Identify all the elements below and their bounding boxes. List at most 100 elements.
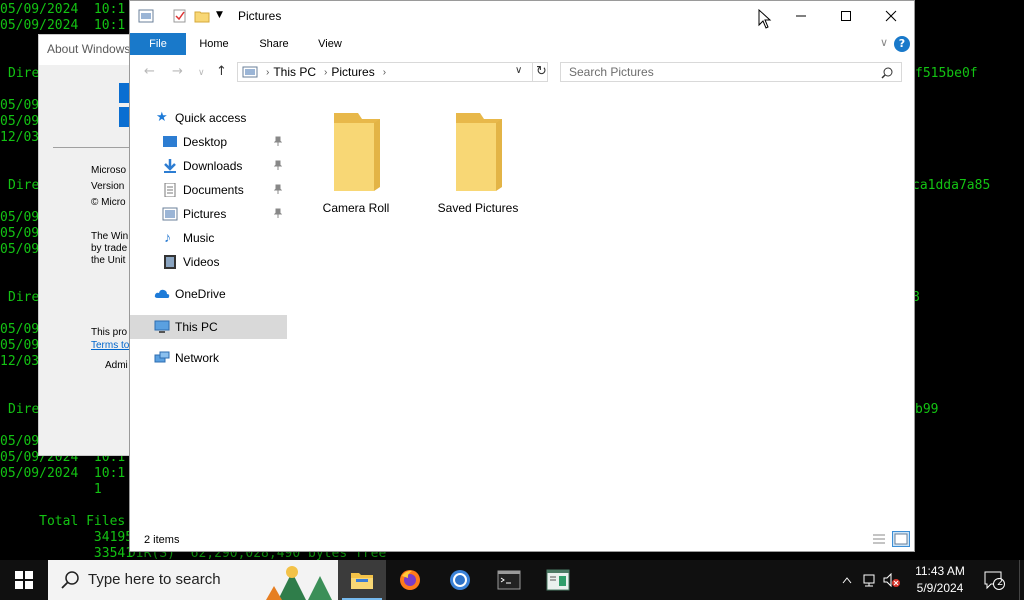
new-folder-icon[interactable]	[194, 9, 210, 23]
show-hidden-icons-button[interactable]	[838, 560, 856, 600]
console-line: f515be0f	[915, 66, 978, 81]
close-button[interactable]	[868, 1, 914, 31]
tab-home[interactable]: Home	[194, 33, 234, 55]
videos-icon	[164, 255, 176, 269]
nav-videos[interactable]: Videos	[130, 251, 287, 273]
search-input[interactable]: Search Pictures	[560, 62, 902, 82]
details-view-icon[interactable]	[870, 531, 888, 547]
folder-icon	[456, 113, 502, 191]
console-line: 34195	[0, 530, 134, 545]
console-line: 05/09/2024 10:1	[0, 466, 126, 481]
console-line: Dire	[8, 290, 40, 305]
this-pc-icon	[242, 66, 258, 78]
back-button[interactable]: ←	[144, 64, 155, 79]
console-line: 1	[0, 482, 102, 497]
chevron-up-icon	[842, 577, 852, 584]
status-item-count: 2 items	[144, 534, 180, 546]
explorer-app-icon	[138, 9, 154, 23]
file-explorer-icon	[351, 573, 373, 589]
tab-file[interactable]: File	[130, 33, 186, 55]
search-placeholder: Search Pictures	[569, 65, 654, 79]
console-line: 05/09	[0, 98, 40, 113]
customize-quick-access-icon[interactable]: ▼	[216, 10, 223, 20]
nav-downloads[interactable]: Downloads	[130, 155, 287, 177]
tab-share[interactable]: Share	[254, 33, 294, 55]
onedrive-cloud-icon	[154, 289, 170, 298]
taskbar: Type here to search 11:43 AM 5/9/2024 2	[0, 560, 1024, 600]
folder-item[interactable]: Camera Roll	[306, 107, 406, 217]
clock-time: 11:43 AM	[915, 564, 965, 578]
forward-button[interactable]: →	[172, 64, 183, 79]
network-wired-icon	[863, 574, 875, 587]
taskbar-search-box[interactable]: Type here to search	[48, 560, 338, 600]
about-windows-dialog: About Windows Microso Version © Micro Th…	[38, 34, 136, 456]
windows-start-icon	[15, 571, 33, 589]
console-line: 12/03	[0, 130, 40, 145]
tab-view[interactable]: View	[310, 33, 350, 55]
network-status-button[interactable]	[860, 560, 880, 600]
nav-network[interactable]: Network	[130, 347, 287, 369]
console-line: 05/09	[0, 210, 40, 225]
console-line: 05/09/2024 10:1	[0, 2, 126, 17]
help-button[interactable]: ?	[894, 36, 910, 52]
maximize-icon	[841, 11, 851, 21]
address-bar[interactable]: › This PC › Pictures ›	[237, 62, 548, 82]
breadcrumb-pictures[interactable]: Pictures	[331, 65, 374, 79]
minimize-button[interactable]	[778, 1, 824, 31]
taskbar-chrome[interactable]	[436, 560, 484, 600]
console-line: Total Files	[0, 514, 126, 529]
taskbar-firefox[interactable]	[386, 560, 434, 600]
mouse-cursor-icon	[758, 9, 772, 29]
nav-onedrive[interactable]: OneDrive	[130, 283, 287, 305]
console-line: ca1dda7a85	[912, 178, 991, 193]
about-line: Microso	[91, 165, 127, 176]
nav-music[interactable]: ♪ Music	[130, 227, 287, 249]
nav-label: Videos	[183, 255, 220, 269]
nav-label: This PC	[175, 320, 218, 334]
maximize-button[interactable]	[823, 1, 869, 31]
recent-locations-icon[interactable]: ∨	[198, 68, 205, 78]
console-line: 05/09	[0, 226, 40, 241]
address-history-dropdown[interactable]: ∨	[515, 65, 522, 76]
taskbar-clock[interactable]: 11:43 AM 5/9/2024	[905, 563, 975, 597]
nav-this-pc[interactable]: This PC	[130, 315, 287, 339]
taskbar-terminal[interactable]	[485, 560, 533, 600]
network-icon	[154, 351, 170, 363]
nav-label: Desktop	[183, 135, 228, 149]
pin-icon	[274, 208, 282, 218]
large-icons-view-icon[interactable]	[892, 531, 910, 547]
about-line: The Win	[91, 231, 129, 242]
star-icon: ★	[156, 109, 168, 124]
console-line: Dire	[8, 66, 40, 81]
nav-label: Network	[175, 351, 220, 365]
console-line: 05/09	[0, 242, 40, 257]
nav-desktop[interactable]: Desktop	[130, 131, 287, 153]
nav-quick-access[interactable]: ★ Quick access	[130, 107, 287, 129]
nav-label: Pictures	[183, 207, 227, 221]
refresh-button[interactable]: ↻	[532, 62, 550, 82]
console-line: b99	[915, 402, 939, 417]
volume-button[interactable]	[882, 560, 902, 600]
start-button[interactable]	[0, 560, 48, 600]
properties-icon[interactable]	[172, 9, 188, 23]
nav-pictures[interactable]: Pictures	[130, 203, 287, 225]
show-desktop-button[interactable]	[1019, 560, 1024, 600]
close-icon	[885, 10, 897, 22]
up-button[interactable]: ↑	[216, 64, 227, 79]
download-icon	[164, 159, 176, 173]
taskbar-file-explorer[interactable]	[338, 560, 386, 600]
nav-documents[interactable]: Documents	[130, 179, 287, 201]
nav-label: Documents	[183, 183, 244, 197]
pin-icon	[274, 160, 282, 170]
expand-ribbon-icon[interactable]: ∨	[880, 36, 888, 49]
taskbar-system-info[interactable]	[534, 560, 582, 600]
terms-link[interactable]: Terms to	[91, 340, 129, 351]
computer-icon	[154, 320, 170, 333]
window-title: Pictures	[238, 9, 282, 23]
breadcrumb-this-pc[interactable]: This PC	[273, 65, 316, 79]
firefox-icon	[400, 570, 420, 590]
action-center-button[interactable]: 2	[980, 560, 1008, 600]
folder-item[interactable]: Saved Pictures	[428, 107, 528, 217]
title-bar[interactable]: ▼ Pictures	[130, 1, 914, 33]
about-line: Admi	[105, 360, 128, 371]
